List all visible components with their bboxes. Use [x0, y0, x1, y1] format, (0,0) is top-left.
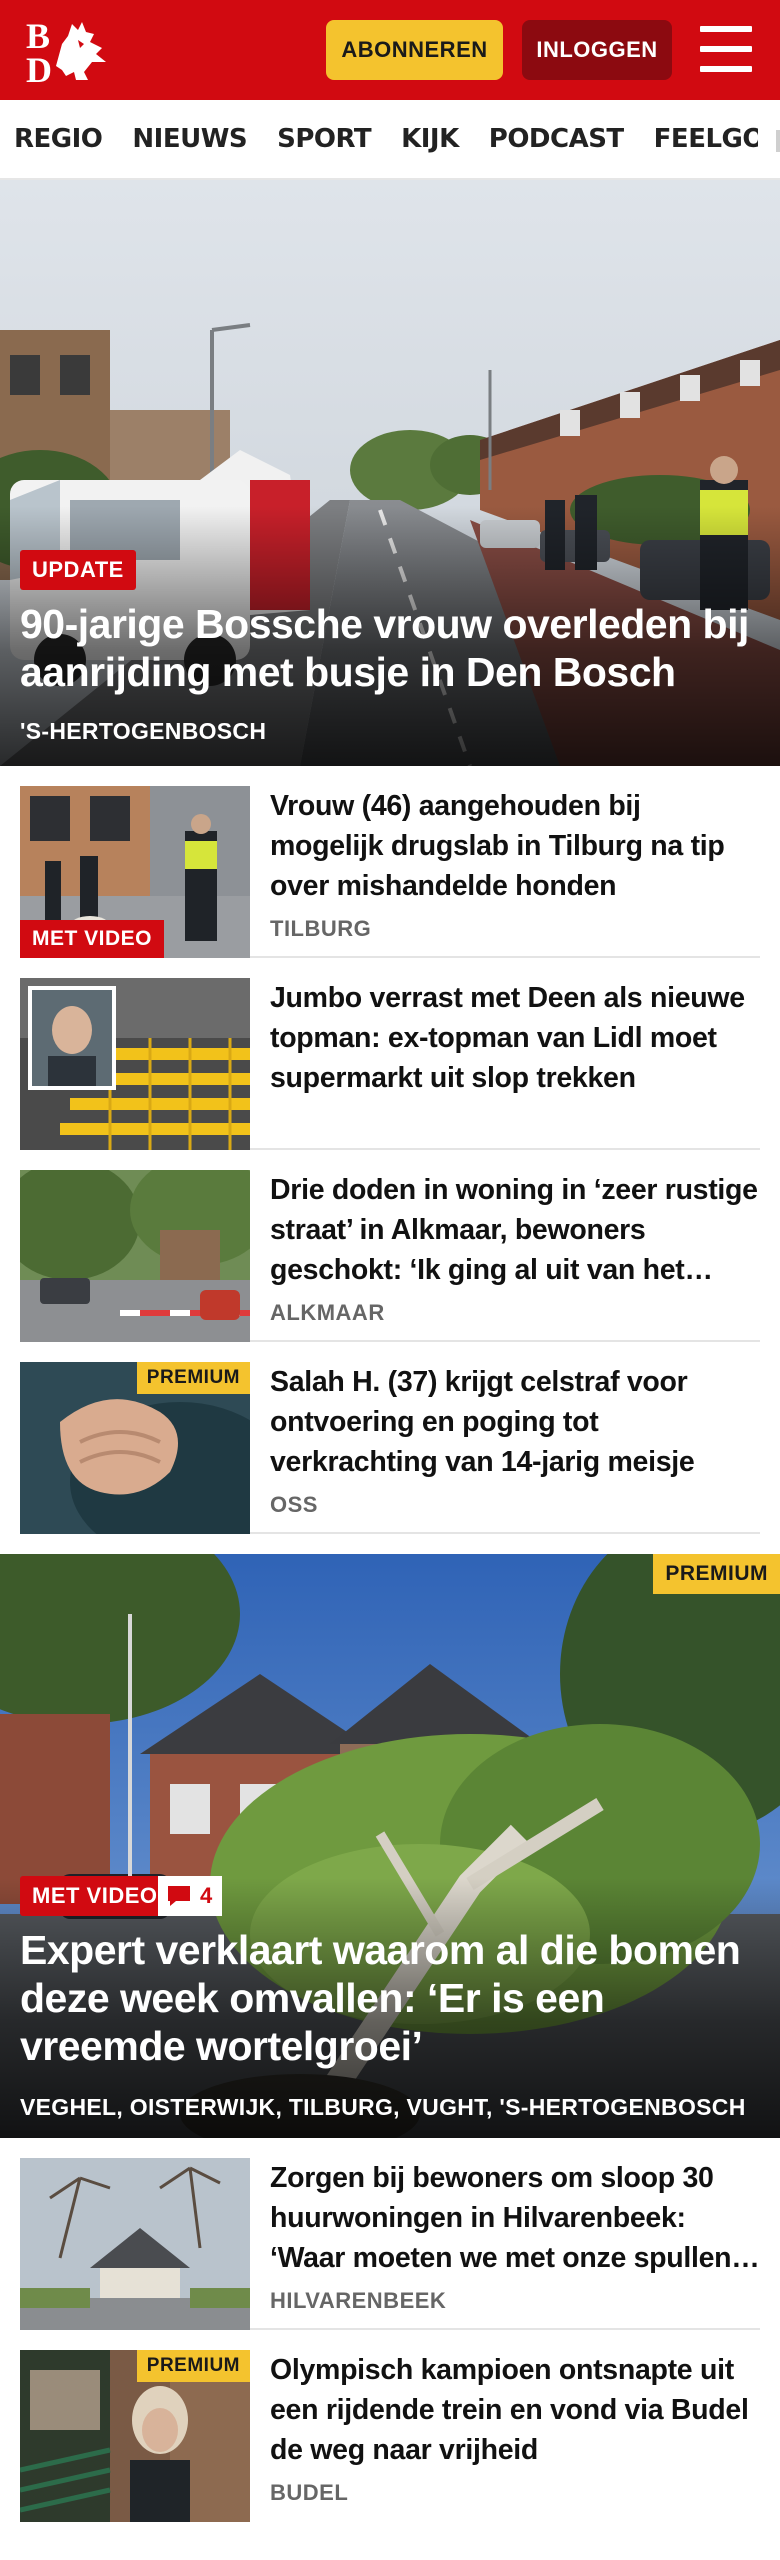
video-label: MET VIDEO — [20, 1876, 170, 1916]
menu-bar-icon — [700, 26, 752, 32]
article-thumbnail — [20, 1170, 250, 1342]
top-header: B D ABONNEREN INLOGGEN — [0, 0, 780, 100]
premium-badge: PREMIUM — [136, 1362, 250, 1394]
hero-article-1[interactable]: UPDATE 90-jarige Bossche vrouw overleden… — [0, 180, 780, 766]
hero-location: VEGHEL, OISTERWIJK, TILBURG, VUGHT, 'S-H… — [20, 2094, 746, 2120]
menu-bar-icon — [700, 46, 752, 52]
article-title[interactable]: Jumbo verrast met Deen als nieuwe topman… — [270, 978, 760, 1098]
nav-overflow-indicator — [776, 130, 780, 152]
nav-item-kijk[interactable]: KIJK — [401, 124, 459, 154]
article-thumbnail — [20, 978, 250, 1150]
jumbo-carts-image — [20, 978, 250, 1150]
article-title[interactable]: Vrouw (46) aangehouden bij mogelijk drug… — [270, 786, 760, 906]
article-location: HILVARENBEEK — [270, 2288, 447, 2313]
hilvarenbeek-houses-image — [20, 2158, 250, 2330]
article-title[interactable]: Salah H. (37) krijgt celstraf voor ontvo… — [270, 1362, 760, 1482]
svg-text:D: D — [26, 50, 52, 86]
comment-icon — [168, 1886, 190, 1906]
hamburger-menu-icon[interactable] — [700, 26, 752, 72]
list-item[interactable]: PREMIUM Olympisch kampioen ontsnapte uit… — [20, 2330, 760, 2522]
nav-item-sport[interactable]: SPORT — [277, 124, 371, 154]
hero-title[interactable]: 90-jarige Bossche vrouw overleden bij aa… — [20, 600, 760, 696]
article-location: OSS — [270, 1492, 318, 1517]
article-location: TILBURG — [270, 916, 372, 941]
comment-count-value: 4 — [200, 1883, 213, 1908]
hero-title[interactable]: Expert verklaart waarom al die bomen dez… — [20, 1926, 760, 2070]
bd-lion-icon: B D — [26, 16, 106, 90]
list-item[interactable]: PREMIUM Salah H. (37) krijgt celstraf vo… — [20, 1342, 760, 1534]
list-item[interactable]: MET VIDEO Vrouw (46) aangehouden bij mog… — [20, 766, 760, 958]
hero-location: 'S-HERTOGENBOSCH — [20, 718, 267, 744]
premium-badge: PREMIUM — [653, 1554, 780, 1594]
menu-bar-icon — [700, 66, 752, 72]
nav-item-podcast[interactable]: PODCAST — [489, 124, 624, 154]
article-title[interactable]: Drie doden in woning in ‘zeer rustige st… — [270, 1170, 760, 1290]
list-item[interactable]: Drie doden in woning in ‘zeer rustige st… — [20, 1150, 760, 1342]
comment-count[interactable]: 4 — [158, 1876, 223, 1916]
bd-logo[interactable]: B D — [22, 14, 118, 90]
section-nav: REGIO NIEUWS SPORT KIJK PODCAST FEELGOOD — [0, 100, 780, 180]
update-label: UPDATE — [20, 550, 136, 590]
list-item[interactable]: Jumbo verrast met Deen als nieuwe topman… — [20, 958, 760, 1150]
article-thumbnail: MET VIDEO — [20, 786, 250, 958]
nav-item-regio[interactable]: REGIO — [14, 124, 103, 154]
article-title[interactable]: Zorgen bij bewoners om sloop 30 huurwoni… — [270, 2158, 760, 2278]
article-thumbnail: PREMIUM — [20, 2350, 250, 2522]
article-location: BUDEL — [270, 2480, 349, 2505]
article-title[interactable]: Olympisch kampioen ontsnapte uit een rij… — [270, 2350, 760, 2470]
article-list-1: MET VIDEO Vrouw (46) aangehouden bij mog… — [0, 766, 780, 1534]
nav-item-nieuws[interactable]: NIEUWS — [132, 124, 247, 154]
subscribe-button[interactable]: ABONNEREN — [326, 20, 503, 80]
article-location: ALKMAAR — [270, 1300, 385, 1325]
login-button[interactable]: INLOGGEN — [522, 20, 672, 80]
video-label: MET VIDEO — [20, 920, 165, 958]
article-thumbnail: PREMIUM — [20, 1362, 250, 1534]
list-item[interactable]: Zorgen bij bewoners om sloop 30 huurwoni… — [20, 2138, 760, 2330]
hero-article-2[interactable]: PREMIUM MET VIDEO 4 Expert verklaart waa… — [0, 1554, 780, 2138]
premium-badge: PREMIUM — [136, 2350, 250, 2382]
alkmaar-street-image — [20, 1170, 250, 1342]
article-thumbnail — [20, 2158, 250, 2330]
article-list-2: Zorgen bij bewoners om sloop 30 huurwoni… — [0, 2138, 780, 2522]
